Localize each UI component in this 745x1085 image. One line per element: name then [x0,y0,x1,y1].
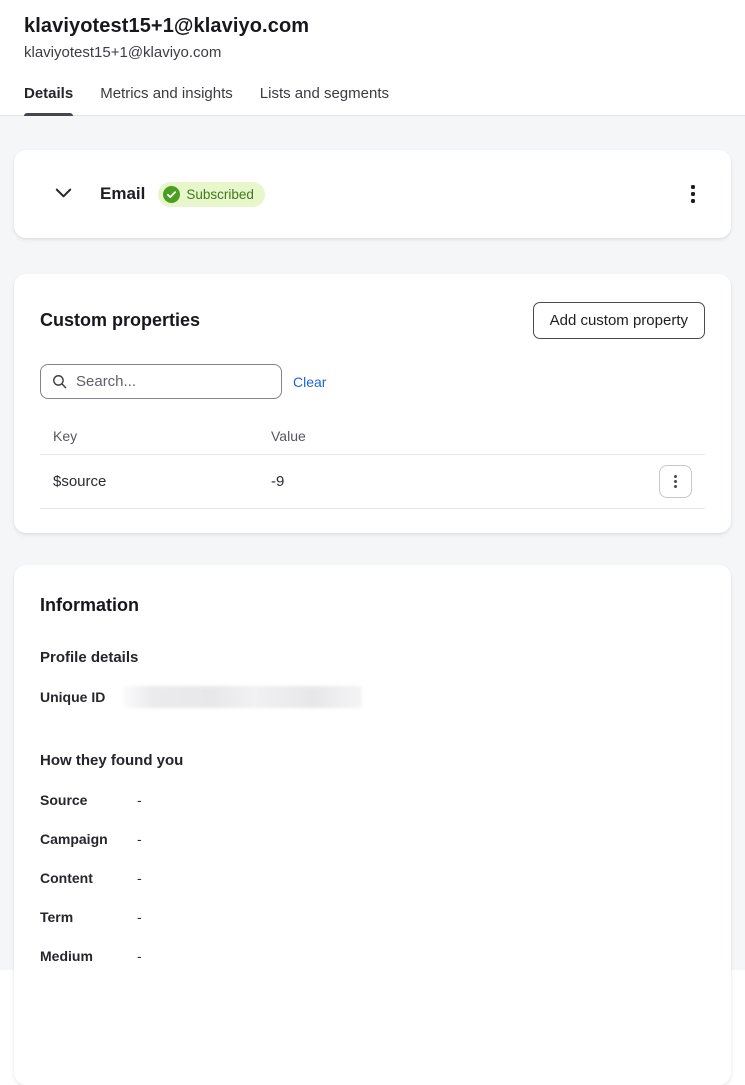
add-custom-property-button[interactable]: Add custom property [533,302,705,339]
email-channel-card: Email Subscribed [14,150,731,238]
clear-search-link[interactable]: Clear [293,374,326,390]
kebab-icon [674,475,677,478]
unique-id-label: Unique ID [40,689,123,705]
medium-row: Medium - [40,948,705,964]
property-options-button[interactable] [659,465,692,498]
chevron-down-icon [52,181,75,207]
tab-lists-and-segments[interactable]: Lists and segments [260,83,389,115]
column-header-key: Key [53,428,271,444]
search-input[interactable] [40,364,282,399]
page-title: klaviyotest15+1@klaviyo.com [24,13,721,39]
divider [40,508,705,509]
medium-value: - [137,948,142,964]
column-header-value: Value [271,428,306,444]
term-row: Term - [40,909,705,925]
campaign-label: Campaign [40,831,137,847]
campaign-row: Campaign - [40,831,705,847]
email-channel-title: Email [100,184,145,204]
unique-id-redacted-value [123,686,362,708]
status-badge-label: Subscribed [186,187,254,202]
profile-details-heading: Profile details [40,649,705,666]
information-title: Information [40,595,705,616]
source-value: - [137,792,142,808]
table-header-row: Key Value [40,417,705,454]
medium-label: Medium [40,948,137,964]
search-box [40,364,282,399]
kebab-icon [691,185,695,189]
profile-header: klaviyotest15+1@klaviyo.com klaviyotest1… [0,0,745,62]
term-label: Term [40,909,137,925]
tab-bar: Details Metrics and insights Lists and s… [0,83,745,116]
term-value: - [137,909,142,925]
content-value: - [137,870,142,886]
unique-id-row: Unique ID [40,686,705,708]
property-key: $source [53,473,271,490]
property-value: -9 [271,473,284,490]
table-row: $source -9 [40,455,705,508]
tab-metrics-and-insights[interactable]: Metrics and insights [100,83,233,115]
page-content: Email Subscribed Custom properties Add c… [0,116,745,970]
content-label: Content [40,870,137,886]
custom-properties-title: Custom properties [40,310,200,331]
tab-details[interactable]: Details [24,83,73,115]
source-label: Source [40,792,137,808]
how-they-found-you-heading: How they found you [40,752,705,769]
content-row: Content - [40,870,705,886]
expand-email-button[interactable] [50,181,76,207]
check-circle-icon [163,186,180,203]
status-badge: Subscribed [158,182,265,207]
custom-properties-table: Key Value $source -9 [40,417,705,509]
email-options-button[interactable] [685,181,701,206]
campaign-value: - [137,831,142,847]
information-card: Information Profile details Unique ID Ho… [14,565,731,1085]
page-subtitle: klaviyotest15+1@klaviyo.com [24,44,721,62]
custom-properties-card: Custom properties Add custom property Cl… [14,274,731,533]
source-row: Source - [40,792,705,808]
